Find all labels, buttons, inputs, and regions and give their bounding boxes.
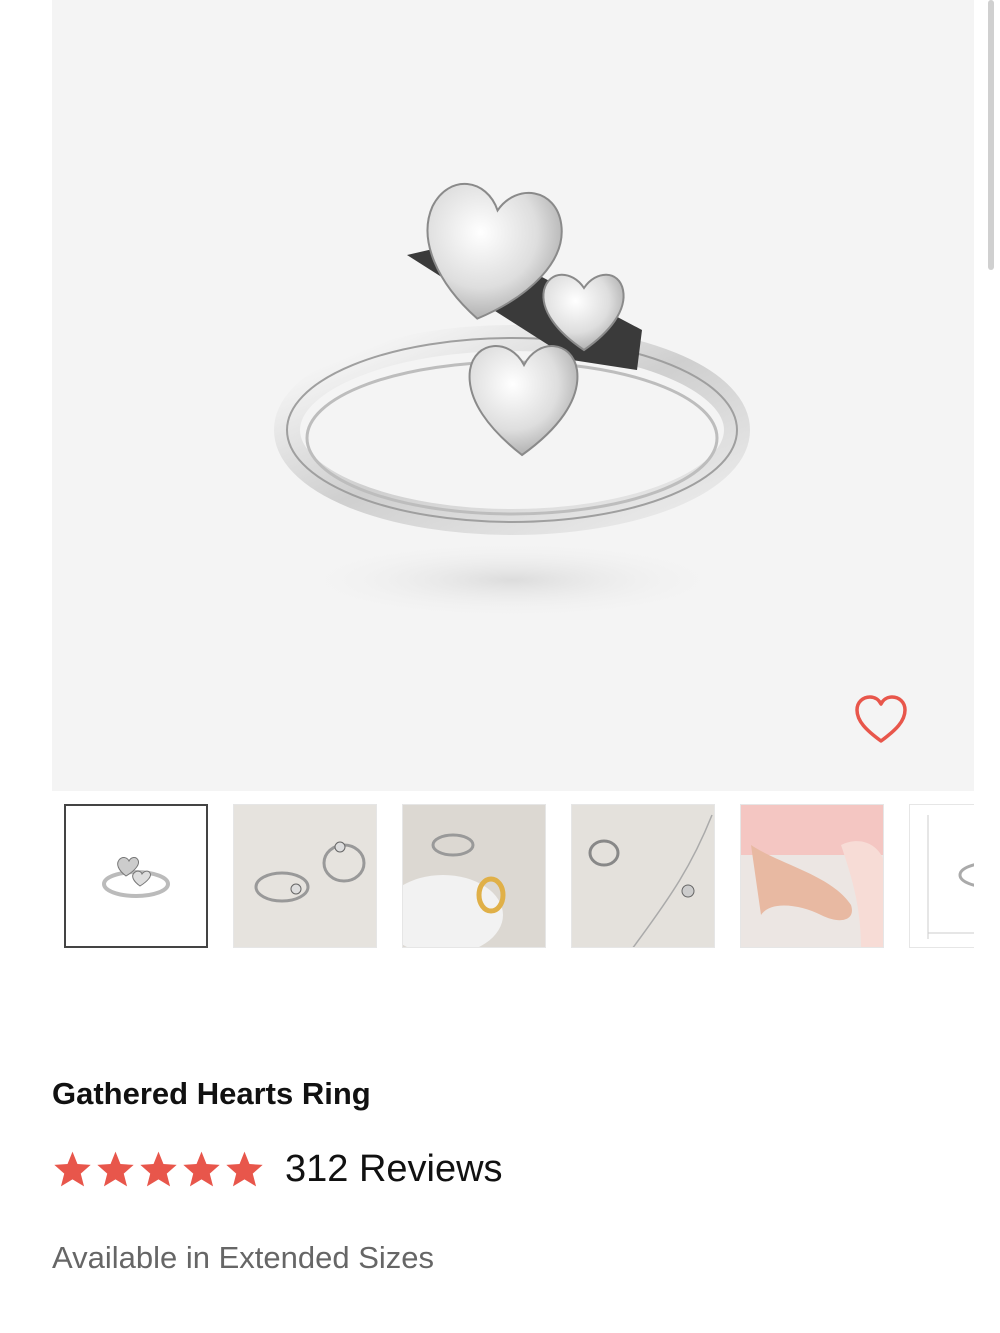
size-chart-thumbnail-image bbox=[927, 815, 974, 939]
scrollbar[interactable] bbox=[988, 0, 994, 1333]
product-rating[interactable]: 312 Reviews bbox=[52, 1146, 503, 1192]
star-rating bbox=[52, 1150, 265, 1188]
thumbnail-ring-with-necklace[interactable] bbox=[571, 804, 715, 948]
thumbnail-ring-silver-gold[interactable] bbox=[402, 804, 546, 948]
star-icon bbox=[54, 1151, 91, 1187]
extended-sizes-note: Available in Extended Sizes bbox=[52, 1240, 435, 1275]
hand-thumbnail-image bbox=[741, 805, 883, 947]
scrollbar-thumb[interactable] bbox=[988, 0, 994, 270]
ring-necklace-thumbnail-image bbox=[588, 814, 713, 947]
ring-image bbox=[274, 182, 750, 620]
ring-thumbnail-image bbox=[102, 857, 170, 898]
product-title: Gathered Hearts Ring bbox=[52, 1076, 371, 1111]
star-icon bbox=[140, 1151, 177, 1187]
reviews-link[interactable]: 312 Reviews bbox=[285, 1148, 503, 1191]
thumbnail-strip[interactable] bbox=[52, 804, 974, 950]
thumbnail-ring-on-hand[interactable] bbox=[740, 804, 884, 948]
star-icon bbox=[183, 1151, 220, 1187]
heart-outline-icon[interactable] bbox=[852, 692, 910, 746]
thumbnail-ring-front-view[interactable] bbox=[64, 804, 208, 948]
product-hero-image[interactable] bbox=[52, 0, 974, 791]
thumbnail-two-rings-pair[interactable] bbox=[233, 804, 377, 948]
product-page: Gathered Hearts Ring 312 Reviews Availab… bbox=[0, 0, 1000, 1333]
rings-pair-thumbnail-image bbox=[254, 841, 366, 903]
silver-gold-thumbnail-image bbox=[403, 833, 506, 947]
thumbnail-size-chart[interactable] bbox=[909, 804, 974, 948]
star-icon bbox=[226, 1151, 263, 1187]
star-icon bbox=[97, 1151, 134, 1187]
